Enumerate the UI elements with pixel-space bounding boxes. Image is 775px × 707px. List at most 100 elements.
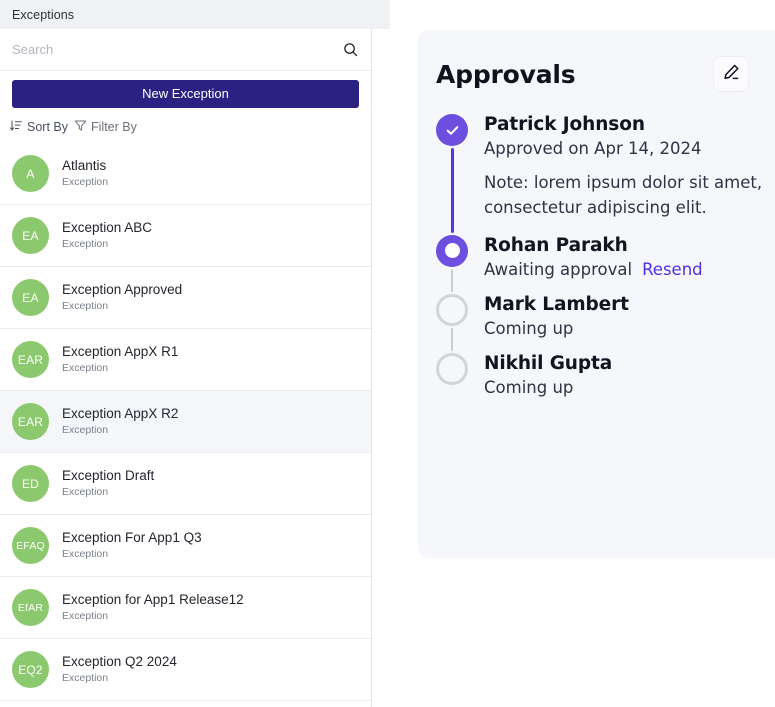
- approver-name: Nikhil Gupta: [484, 353, 775, 375]
- timeline-gutter: [436, 114, 468, 235]
- list-item-title: Exception For App1 Q3: [62, 531, 202, 546]
- timeline-gutter: [436, 294, 468, 353]
- pending-step-circle-icon: [436, 294, 468, 326]
- list-item-title: Exception ABC: [62, 221, 152, 236]
- approvals-title: Approvals: [436, 62, 575, 87]
- sort-icon: [10, 119, 23, 135]
- approval-status: Awaiting approval Resend: [484, 259, 775, 280]
- approvals-header: Approvals: [418, 30, 775, 92]
- approval-step-body: Patrick Johnson Approved on Apr 14, 2024 N…: [484, 114, 775, 235]
- approval-status: Approved on Apr 14, 2024: [484, 138, 775, 159]
- check-circle-icon: [436, 114, 468, 146]
- resend-link[interactable]: Resend: [642, 260, 703, 279]
- filter-icon: [74, 119, 87, 135]
- avatar: EFAQ: [12, 527, 49, 564]
- list-item[interactable]: EAR Exception AppX R2Exception: [0, 391, 371, 453]
- list-item-subtitle: Exception: [62, 239, 152, 251]
- avatar: EA: [12, 279, 49, 316]
- list-item-title: Exception Approved: [62, 283, 182, 298]
- avatar: EQ2: [12, 651, 49, 688]
- timeline-gutter: [436, 235, 468, 294]
- approval-step: Nikhil Gupta Coming up: [436, 353, 775, 398]
- new-exception-container: New Exception: [0, 71, 371, 114]
- approval-step-body: Mark Lambert Coming up: [484, 294, 775, 353]
- list-item[interactable]: EQ2 Exception Q2 2024 Exception: [0, 639, 371, 701]
- list-item-title: Exception AppX R1: [62, 345, 178, 360]
- avatar: EAR: [12, 341, 49, 378]
- avatar: EfAR: [12, 589, 49, 626]
- approval-status-text: Awaiting approval: [484, 260, 632, 279]
- list-item-text: Atlantis Exception: [62, 159, 108, 188]
- edit-approvals-button[interactable]: [713, 56, 749, 92]
- list-item-title: Exception Q2 2024: [62, 655, 177, 670]
- list-item-title: Atlantis: [62, 159, 108, 174]
- exceptions-panel: Exceptions New Exception: [0, 0, 390, 707]
- approvals-timeline: Patrick Johnson Approved on Apr 14, 2024 N…: [418, 92, 775, 399]
- timeline-connector: [451, 328, 453, 351]
- list-item-subtitle: Exception: [62, 363, 178, 375]
- list-item[interactable]: ED Exception Draft Exception: [0, 453, 371, 515]
- list-item-text: Exception ABC Exception: [62, 221, 152, 250]
- filter-by-control[interactable]: Filter By: [74, 119, 137, 135]
- avatar: A: [12, 155, 49, 192]
- list-item-text: Exception AppX R2Exception: [62, 407, 178, 436]
- approval-status-text: Approved on Apr 14, 2024: [484, 139, 701, 158]
- list-item-text: Exception Draft Exception: [62, 469, 154, 498]
- approval-step-body: Nikhil Gupta Coming up: [484, 353, 775, 398]
- approval-status-text: Coming up: [484, 378, 573, 397]
- avatar: EAR: [12, 403, 49, 440]
- filter-by-label: Filter By: [91, 120, 137, 134]
- list-item[interactable]: EA Exception Approved Exception: [0, 267, 371, 329]
- pending-step-circle-icon: [436, 353, 468, 385]
- search-icon[interactable]: [341, 41, 359, 59]
- list-item[interactable]: EA Exception ABC Exception: [0, 205, 371, 267]
- approver-name: Mark Lambert: [484, 294, 775, 316]
- list-item-subtitle: Exception: [62, 611, 244, 623]
- list-item-subtitle: Exception: [62, 177, 108, 189]
- approval-step: Patrick Johnson Approved on Apr 14, 2024 N…: [436, 114, 775, 235]
- list-item-text: Exception AppX R1 Exception: [62, 345, 178, 374]
- timeline-gutter: [436, 353, 468, 398]
- list-item-text: Exception Approved Exception: [62, 283, 182, 312]
- sort-by-control[interactable]: Sort By: [10, 119, 68, 135]
- search-bar: [0, 29, 371, 71]
- pencil-edit-icon: [722, 63, 741, 86]
- exception-list-column: New Exception Sort By: [0, 29, 372, 707]
- approver-name: Patrick Johnson: [484, 114, 775, 136]
- approval-status-text: Coming up: [484, 319, 573, 338]
- search-input[interactable]: [0, 29, 371, 70]
- list-item-title: Exception for App1 Release12: [62, 593, 244, 608]
- list-item-title: Exception Draft: [62, 469, 154, 484]
- sort-filter-row: Sort By Filter By: [0, 114, 371, 145]
- approver-name: Rohan Parakh: [484, 235, 775, 257]
- list-item-subtitle: Exception: [62, 301, 182, 313]
- list-item-text: Exception for App1 Release12 Exception: [62, 593, 244, 622]
- list-item-text: Exception For App1 Q3 Exception: [62, 531, 202, 560]
- panel-header: Exceptions: [0, 0, 390, 29]
- current-step-circle-icon: [436, 235, 468, 267]
- approval-note: Note: lorem ipsum dolor sit amet, consec…: [484, 171, 775, 221]
- approvals-panel: Approvals Patrick Johnson Approved on Apr…: [418, 30, 775, 558]
- list-item[interactable]: EFAQ Exception For App1 Q3 Exception: [0, 515, 371, 577]
- sort-by-label: Sort By: [27, 120, 68, 134]
- approval-step: Mark Lambert Coming up: [436, 294, 775, 353]
- list-item-subtitle: Exception: [62, 549, 202, 561]
- avatar: EA: [12, 217, 49, 254]
- list-item-text: Exception Q2 2024 Exception: [62, 655, 177, 684]
- timeline-connector: [451, 269, 453, 292]
- approval-status: Coming up: [484, 377, 775, 398]
- new-exception-button[interactable]: New Exception: [12, 80, 359, 108]
- timeline-connector: [451, 148, 454, 233]
- list-item[interactable]: EAR Exception AppX R1 Exception: [0, 329, 371, 391]
- list-item-subtitle: Exception: [62, 673, 177, 685]
- exception-list[interactable]: AAtlantisExceptionEAException ABCExcepti…: [0, 143, 371, 707]
- approval-step: Rohan Parakh Awaiting approval Resend: [436, 235, 775, 294]
- page-title: Exceptions: [0, 8, 74, 22]
- list-item[interactable]: EfARException for App1 Release12Exceptio…: [0, 577, 371, 639]
- list-item[interactable]: A Atlantis Exception: [0, 143, 371, 205]
- approval-step-body: Rohan Parakh Awaiting approval Resend: [484, 235, 775, 294]
- list-item-subtitle: Exception: [62, 487, 154, 499]
- approval-status: Coming up: [484, 318, 775, 339]
- avatar: ED: [12, 465, 49, 502]
- list-item-title: Exception AppX R2: [62, 407, 178, 422]
